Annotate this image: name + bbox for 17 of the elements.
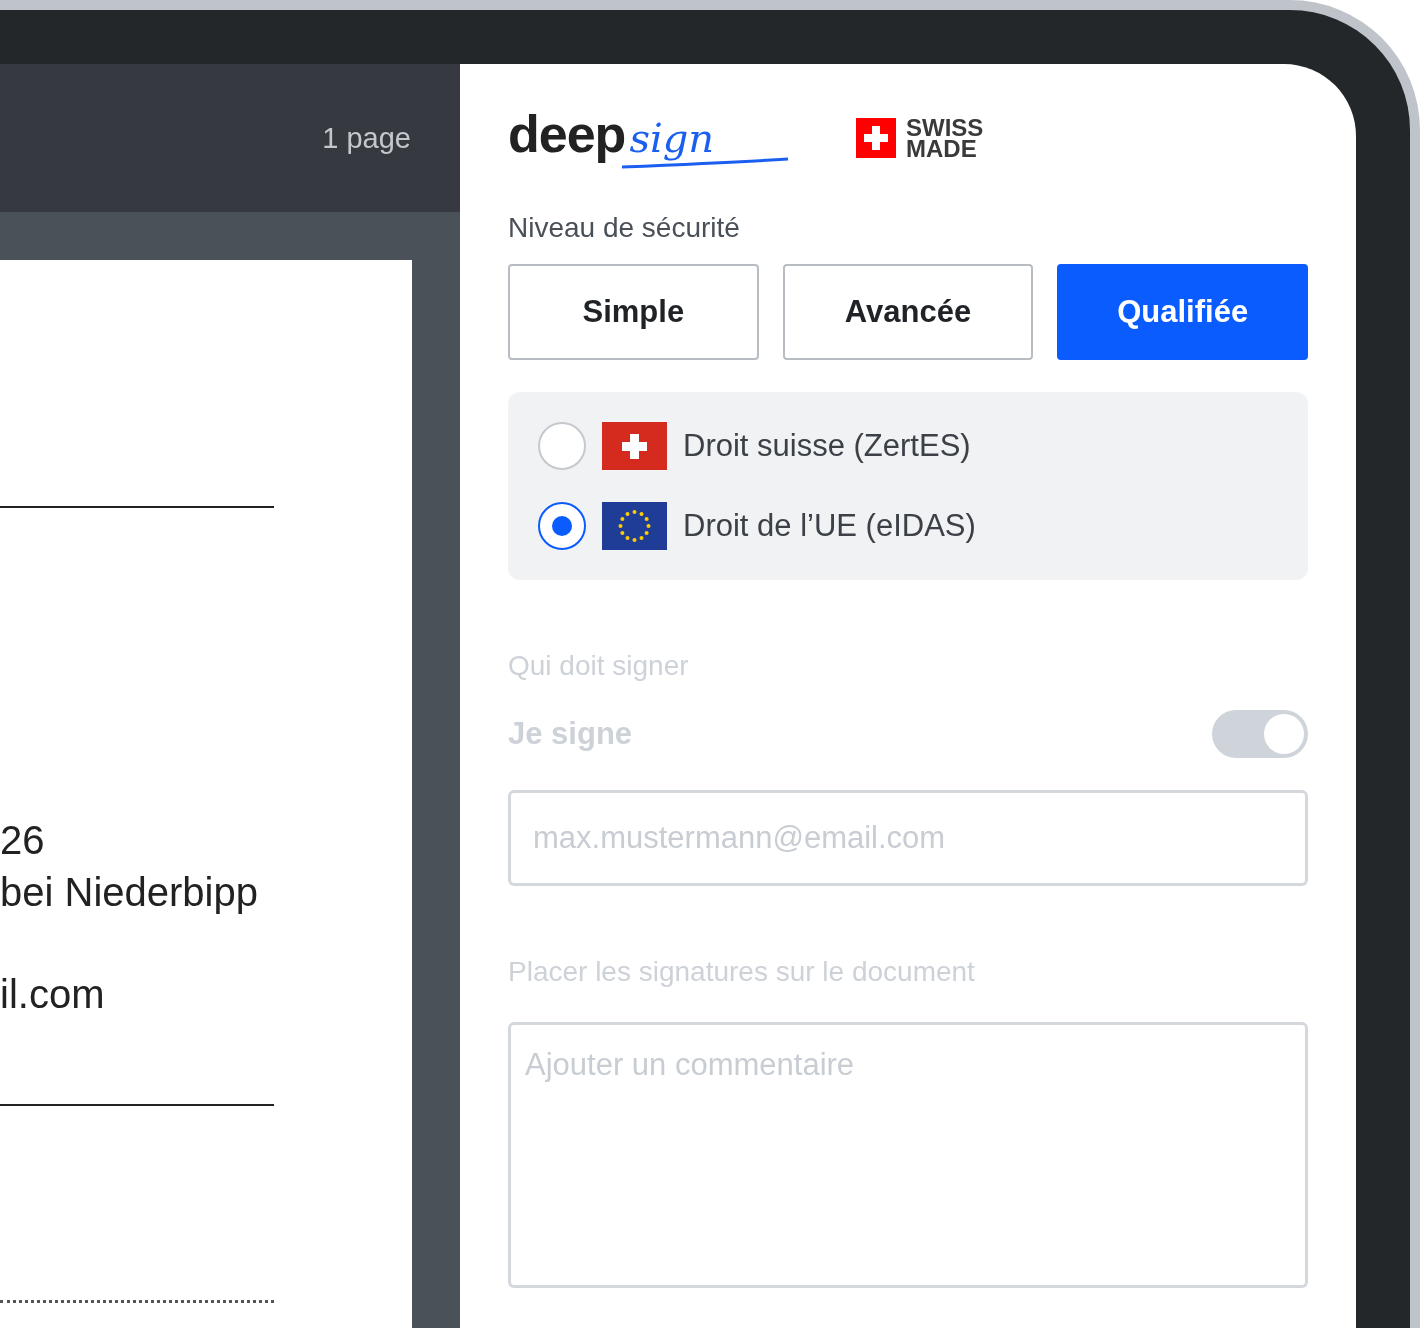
radio-label[interactable]: Droit de l’UE (eIDAS) [683, 508, 976, 544]
swiss-made-label: SWISS MADE [906, 117, 984, 159]
document-text: 26 [0, 817, 46, 864]
radio-label[interactable]: Droit suisse (ZertES) [683, 428, 971, 464]
security-level-button[interactable]: Qualifiée [1057, 264, 1308, 360]
document-text: bei Niederbipp [0, 869, 259, 916]
section-label: Niveau de sécurité [508, 212, 741, 244]
security-level-button[interactable]: Avancée [782, 264, 1034, 360]
swiss-flag-icon [602, 422, 667, 470]
deepsign-logo: deepsign [508, 106, 790, 170]
document-text: il.com [0, 971, 106, 1018]
swiss-cross-icon [856, 118, 896, 158]
eu-flag-icon [602, 502, 667, 550]
radio-button[interactable] [538, 422, 586, 470]
page-count: 1 page [322, 121, 411, 155]
radio-button[interactable] [538, 502, 586, 550]
security-level-button[interactable]: Simple [508, 264, 759, 360]
